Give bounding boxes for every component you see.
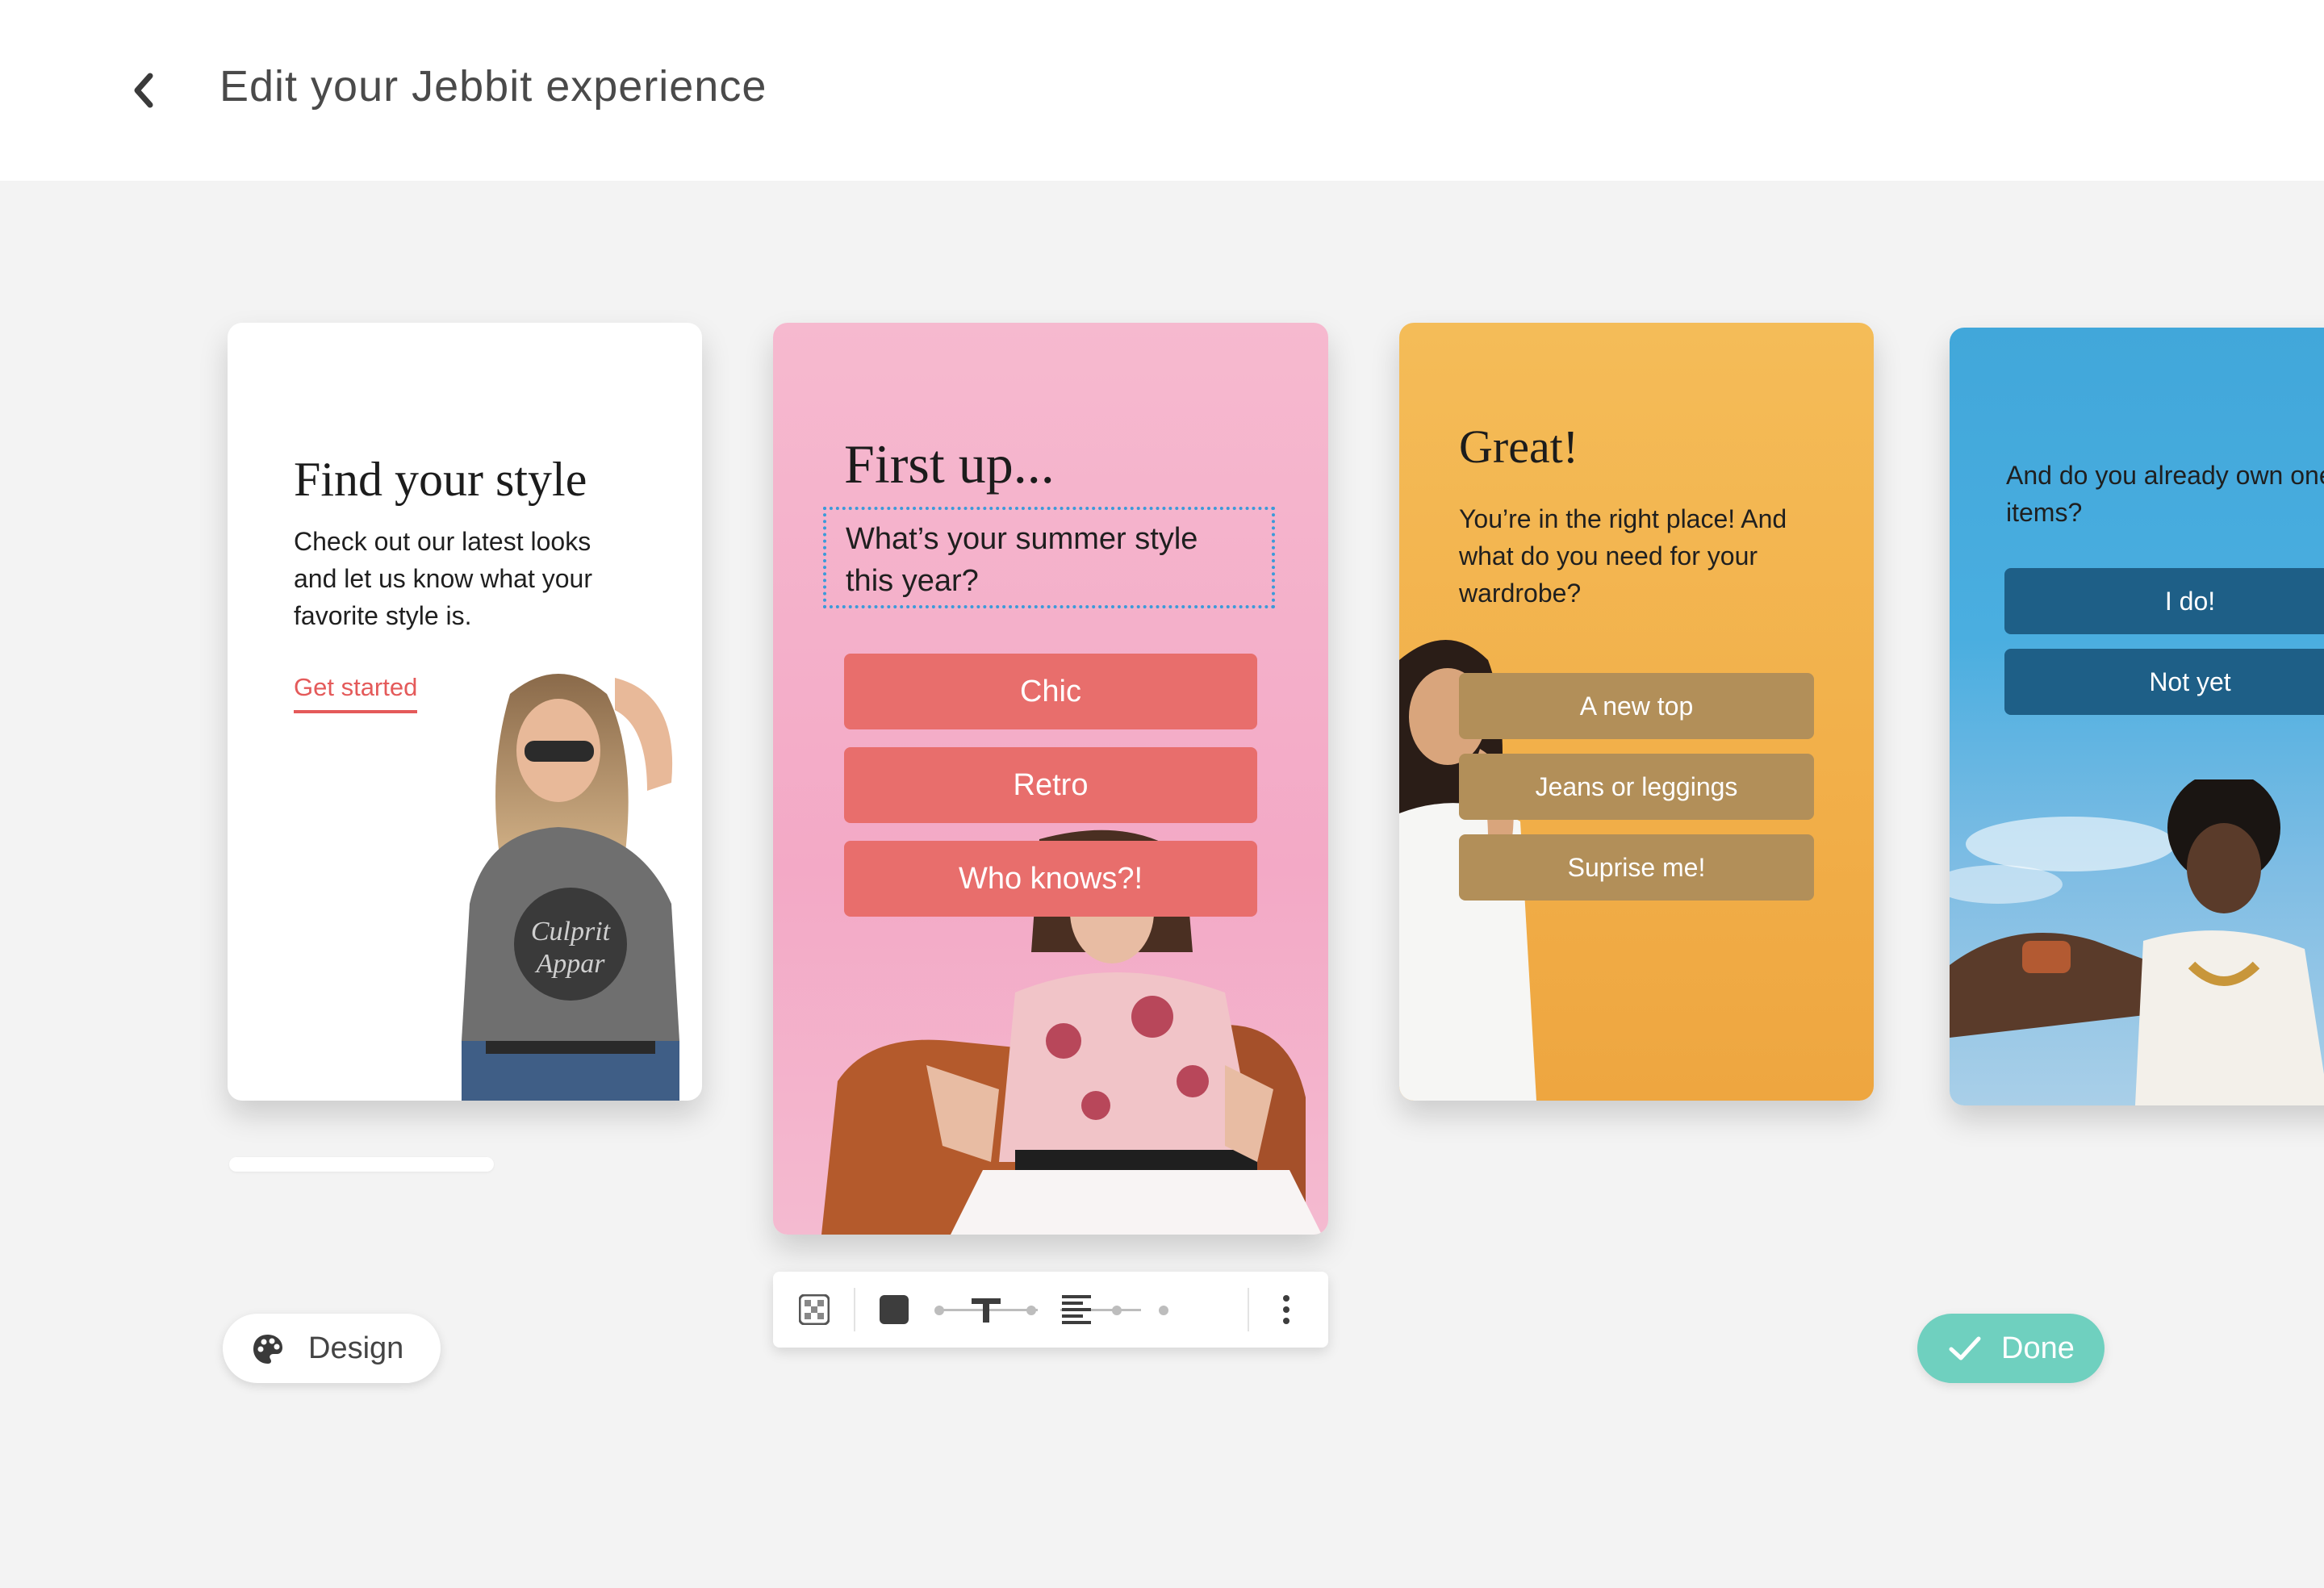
- answer-option-button[interactable]: A new top: [1459, 673, 1814, 739]
- answer-option-button[interactable]: Retro: [844, 747, 1257, 823]
- text-align-icon: [1062, 1295, 1091, 1324]
- svg-text:Appar: Appar: [535, 949, 606, 979]
- palette-icon: [253, 1335, 282, 1364]
- card-title: First up...: [844, 433, 1055, 495]
- slider-handle[interactable]: [1159, 1306, 1168, 1315]
- card-body-text: Check out our latest looks and let us kn…: [294, 527, 592, 630]
- text-size-button[interactable]: [970, 1272, 1002, 1348]
- more-options-button[interactable]: [1281, 1272, 1291, 1348]
- answer-option-button[interactable]: Jeans or leggings: [1459, 754, 1814, 820]
- card-body-text: And do you already own one of our items?: [2006, 461, 2324, 527]
- get-started-link[interactable]: Get started: [294, 673, 418, 713]
- answer-option-button[interactable]: Chic: [844, 654, 1257, 729]
- card-title: Great!: [1459, 420, 1579, 473]
- answer-option-button[interactable]: I do!: [2004, 568, 2324, 634]
- model-photo: [1950, 779, 2324, 1105]
- carousel-scrollbar[interactable]: [229, 1157, 494, 1172]
- toolbar-divider: [854, 1288, 855, 1331]
- header-bar: Edit your Jebbit experience: [0, 0, 2324, 181]
- model-photo: Culprit Appar: [462, 674, 679, 1101]
- fill-color-button[interactable]: [880, 1272, 909, 1348]
- experience-card-result[interactable]: Great! You’re in the right place! And wh…: [1399, 323, 1874, 1101]
- design-button-label: Design: [308, 1331, 404, 1365]
- experience-card-ownership[interactable]: And do you already own one of our items?…: [1950, 328, 2324, 1105]
- question-text-editable[interactable]: What’s your summer style this year?: [823, 507, 1275, 608]
- text-align-button[interactable]: [1060, 1272, 1093, 1348]
- done-button[interactable]: Done: [1917, 1314, 2105, 1383]
- card-body-text: You’re in the right place! And what do y…: [1459, 504, 1787, 608]
- card-title: Find your style: [294, 453, 587, 506]
- slider-handle[interactable]: [1026, 1306, 1036, 1315]
- slider-handle[interactable]: [1112, 1306, 1122, 1315]
- done-button-label: Done: [2001, 1331, 2075, 1365]
- transparency-icon: [799, 1294, 830, 1325]
- transparency-button[interactable]: [799, 1272, 830, 1348]
- fill-color-icon: [880, 1295, 909, 1324]
- experience-card-question[interactable]: First up... What’s your summer style thi…: [773, 323, 1328, 1235]
- back-button[interactable]: [121, 65, 166, 116]
- page-title: Edit your Jebbit experience: [219, 62, 767, 111]
- text-format-toolbar: [773, 1272, 1328, 1348]
- experience-card-intro[interactable]: Find your style Check out our latest loo…: [228, 323, 702, 1101]
- answer-option-button[interactable]: Who knows?!: [844, 841, 1257, 917]
- chevron-left-icon: [134, 73, 153, 108]
- design-button[interactable]: Design: [223, 1314, 441, 1383]
- answer-option-button[interactable]: Not yet: [2004, 649, 2324, 715]
- slider-handle[interactable]: [934, 1306, 944, 1315]
- more-vertical-icon: [1283, 1295, 1289, 1324]
- text-size-icon: [972, 1298, 1001, 1323]
- check-icon: [1949, 1336, 1981, 1360]
- answer-option-button[interactable]: Suprise me!: [1459, 834, 1814, 901]
- toolbar-divider: [1248, 1288, 1249, 1331]
- svg-text:Culprit: Culprit: [531, 917, 612, 947]
